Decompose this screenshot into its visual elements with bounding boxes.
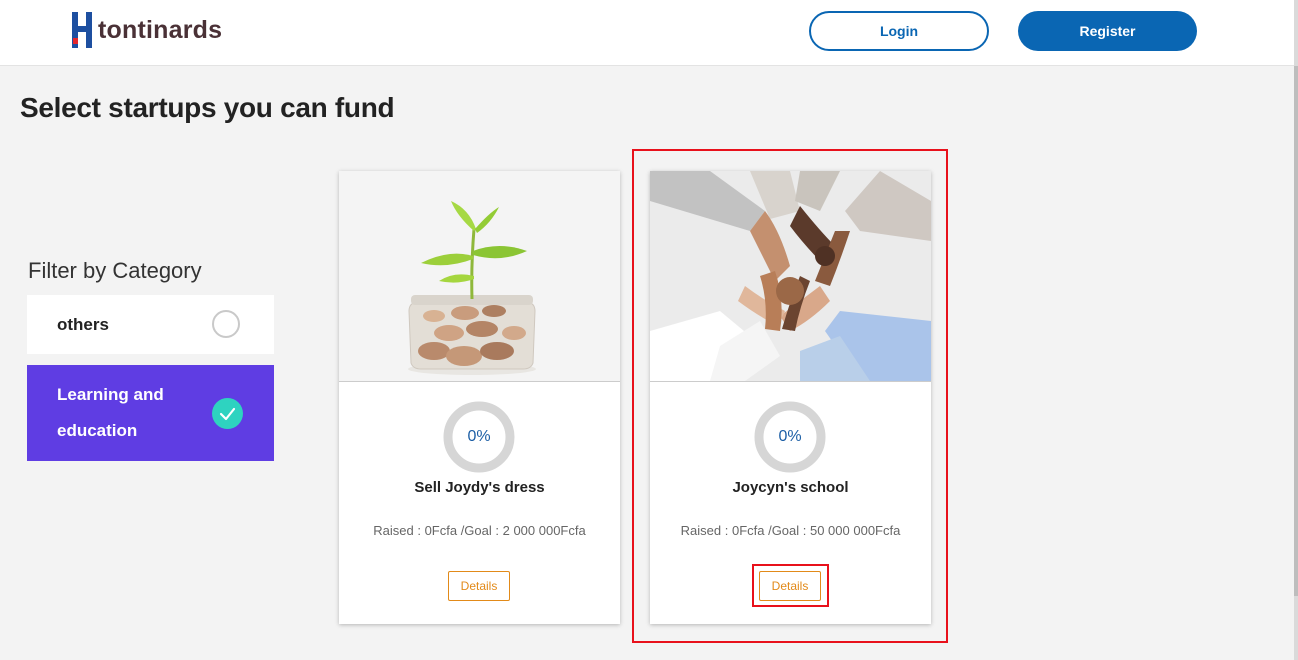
progress-percent: 0%	[467, 428, 491, 445]
filter-title: Filter by Category	[28, 258, 202, 283]
details-button[interactable]: Details	[448, 571, 510, 601]
login-button[interactable]: Login	[809, 11, 989, 51]
top-header: tontinards Login Register	[0, 0, 1298, 66]
funding-status: Raised : 0Fcfa /Goal : 2 000 000Fcfa	[373, 523, 586, 538]
startup-image-plant-coins	[339, 171, 620, 382]
scrollbar-thumb[interactable]	[1294, 66, 1298, 596]
page-title: Select startups you can fund	[20, 92, 395, 123]
funding-status: Raised : 0Fcfa /Goal : 50 000 000Fcfa	[680, 523, 901, 538]
logo-mark-icon	[72, 12, 92, 48]
details-button[interactable]: Details	[759, 571, 821, 601]
check-circle-icon[interactable]	[212, 398, 243, 429]
startup-card: 0% Joycyn's school Raised : 0Fcfa /Goal …	[650, 171, 931, 624]
startup-card: 0% Sell Joydy's dress Raised : 0Fcfa /Go…	[339, 171, 620, 624]
brand-name: tontinards	[98, 15, 223, 44]
progress-percent: 0%	[778, 428, 802, 445]
startup-title: Sell Joydy's dress	[414, 479, 545, 496]
register-button[interactable]: Register	[1018, 11, 1197, 51]
filter-item-label: Learning and education	[57, 385, 164, 440]
startup-image-linked-hands	[650, 171, 931, 382]
unchecked-circle-icon[interactable]	[212, 310, 240, 338]
brand-logo[interactable]: tontinards	[72, 12, 222, 48]
startup-title: Joycyn's school	[732, 479, 849, 496]
page-scrollbar[interactable]	[1294, 0, 1298, 660]
filter-item-learning-and-education[interactable]: Learning and education	[27, 365, 274, 461]
filter-item-others[interactable]: others	[27, 295, 274, 354]
filter-item-label: others	[57, 315, 109, 334]
